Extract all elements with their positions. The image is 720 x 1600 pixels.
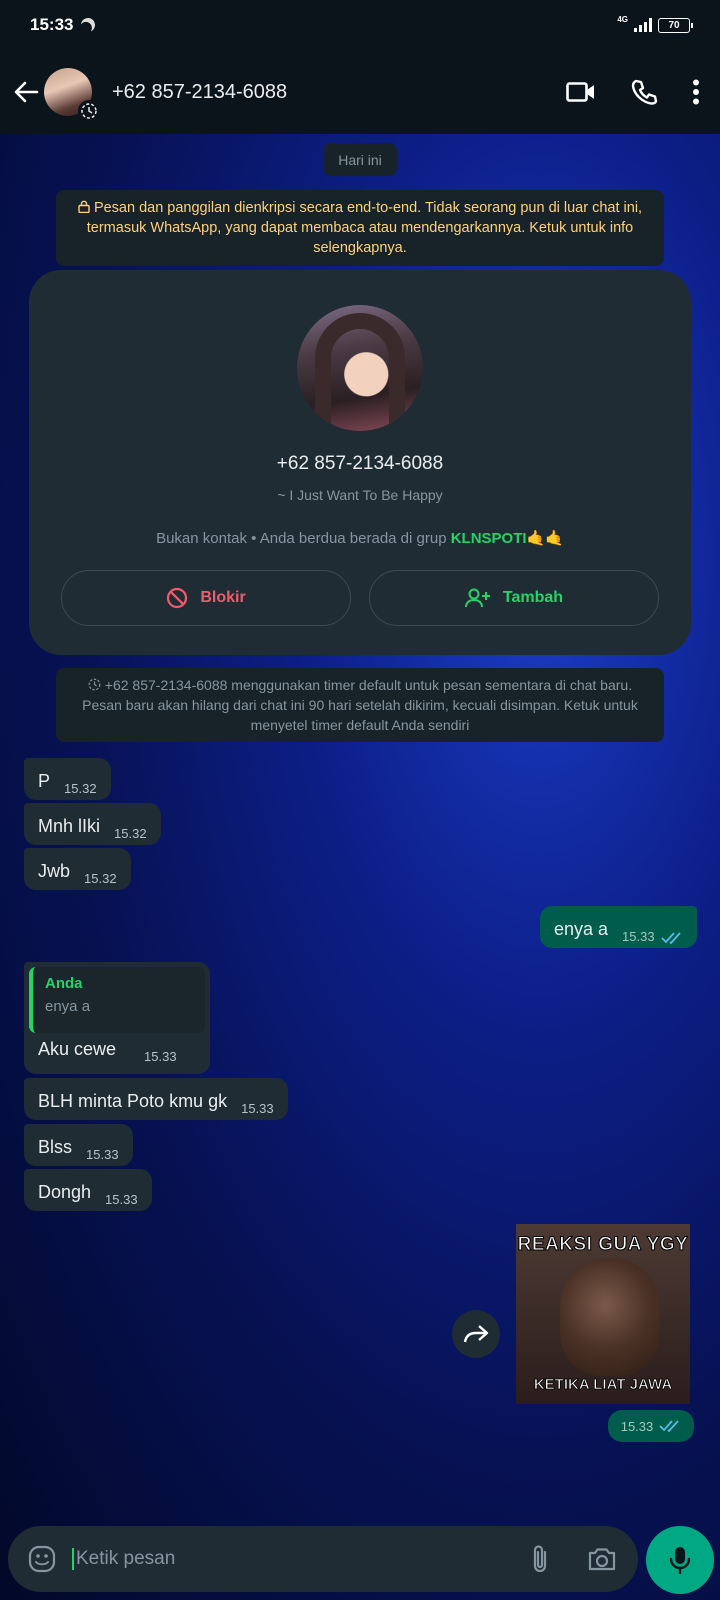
mic-button[interactable] bbox=[646, 1526, 714, 1594]
message-time: 15.33 bbox=[86, 1147, 119, 1162]
camera-icon[interactable] bbox=[580, 1537, 624, 1581]
status-bar: 15:33 4G 70 bbox=[0, 0, 720, 50]
phone-icon[interactable] bbox=[630, 78, 658, 106]
chat-header: +62 857-2134-6088 bbox=[0, 50, 720, 134]
mic-icon bbox=[669, 1547, 691, 1575]
message-incoming[interactable]: Mnh lIki 15.32 bbox=[24, 803, 161, 845]
sticker-time-badge: 15.33 bbox=[608, 1410, 694, 1442]
signal-icon bbox=[634, 18, 652, 32]
message-input[interactable] bbox=[72, 1548, 500, 1570]
quoted-text: enya a bbox=[45, 998, 91, 1015]
sticker-top-text: REAKSI GUA YGY bbox=[517, 1234, 689, 1256]
date-divider: Hari ini bbox=[323, 143, 397, 176]
group-emoji: 🤙🤙 bbox=[526, 530, 564, 547]
message-time: 15.33 bbox=[620, 1418, 654, 1434]
contact-card-group-info: Bukan kontak • Anda berdua berada di gru… bbox=[29, 529, 691, 547]
contact-card-about: ~ I Just Want To Be Happy bbox=[277, 487, 443, 503]
video-call-icon[interactable] bbox=[566, 81, 596, 103]
message-time: 15.32 bbox=[64, 781, 97, 796]
sticker-bottom-text: KETIKA LIAT JAWA bbox=[533, 1376, 673, 1394]
block-label: Blokir bbox=[200, 589, 246, 606]
message-time: 15.33 bbox=[105, 1192, 138, 1207]
message-text: Dongh bbox=[38, 1182, 92, 1202]
timer-notice-text: +62 857-2134-6088 menggunakan timer defa… bbox=[82, 677, 638, 733]
battery-icon: 70 bbox=[658, 17, 693, 33]
back-arrow-icon bbox=[14, 81, 39, 103]
message-incoming[interactable]: Dongh 15.33 bbox=[24, 1169, 152, 1211]
attach-icon[interactable] bbox=[518, 1537, 562, 1581]
add-contact-button[interactable]: Tambah bbox=[369, 570, 659, 626]
lock-icon bbox=[78, 200, 94, 216]
message-composer bbox=[8, 1526, 638, 1592]
encryption-notice-text: Pesan dan panggilan dienkripsi secara en… bbox=[86, 200, 643, 256]
message-text: enya a bbox=[554, 919, 609, 939]
status-time: 15:33 bbox=[30, 15, 74, 34]
quoted-message[interactable]: Anda enya a bbox=[29, 967, 205, 1033]
more-vert-icon[interactable] bbox=[692, 79, 700, 105]
message-text: Jwb bbox=[38, 861, 71, 881]
encryption-notice[interactable]: Pesan dan panggilan dienkripsi secara en… bbox=[56, 190, 664, 266]
message-time: 15.33 bbox=[144, 1049, 177, 1064]
block-icon bbox=[167, 587, 188, 609]
message-incoming[interactable]: BLH minta Poto kmu gk 15.33 bbox=[24, 1078, 288, 1120]
sticker-message[interactable]: REAKSI GUA YGY KETIKA LIAT JAWA bbox=[516, 1224, 690, 1404]
message-text: Mnh lIki bbox=[38, 816, 101, 836]
message-time: 15.33 bbox=[241, 1101, 274, 1116]
group-name[interactable]: KLNSPOTI bbox=[451, 530, 527, 547]
message-time: 15.32 bbox=[84, 871, 117, 886]
quoted-author: Anda bbox=[45, 975, 83, 992]
network-type: 4G bbox=[617, 14, 628, 24]
sticker-face-image bbox=[560, 1258, 660, 1376]
message-text: P bbox=[38, 771, 51, 791]
message-incoming[interactable]: Jwb 15.32 bbox=[24, 848, 131, 890]
message-text: Aku cewe bbox=[38, 1039, 117, 1059]
contact-info-card: +62 857-2134-6088 ~ I Just Want To Be Ha… bbox=[29, 270, 691, 655]
add-person-icon bbox=[464, 588, 490, 608]
status-indicators: 4G 70 bbox=[617, 14, 693, 33]
moon-icon bbox=[80, 16, 98, 34]
double-check-icon bbox=[660, 932, 681, 944]
message-time: 15.32 bbox=[114, 826, 147, 841]
emoji-icon[interactable] bbox=[22, 1539, 62, 1579]
message-text: Blss bbox=[38, 1137, 73, 1157]
message-incoming[interactable]: Blss 15.33 bbox=[24, 1124, 133, 1166]
message-time: 15.33 bbox=[622, 929, 655, 944]
group-info-prefix: Bukan kontak • Anda berdua berada di gru… bbox=[156, 530, 451, 547]
double-check-icon bbox=[659, 1420, 679, 1432]
forward-icon bbox=[463, 1325, 489, 1343]
timer-icon bbox=[78, 100, 100, 122]
contact-avatar[interactable] bbox=[44, 68, 100, 122]
timer-icon bbox=[88, 677, 105, 693]
add-label: Tambah bbox=[502, 589, 564, 606]
contact-card-avatar[interactable] bbox=[297, 305, 423, 431]
contact-name[interactable]: +62 857-2134-6088 bbox=[112, 81, 287, 104]
message-incoming-reply[interactable]: Anda enya a Aku cewe 15.33 bbox=[24, 962, 210, 1074]
message-outgoing[interactable]: enya a 15.33 bbox=[540, 906, 697, 948]
message-incoming[interactable]: P 15.32 bbox=[24, 758, 111, 800]
forward-button[interactable] bbox=[452, 1310, 500, 1358]
back-button[interactable] bbox=[10, 72, 42, 112]
disappearing-timer-notice[interactable]: +62 857-2134-6088 menggunakan timer defa… bbox=[56, 668, 664, 742]
block-button[interactable]: Blokir bbox=[61, 570, 351, 626]
contact-card-name: +62 857-2134-6088 bbox=[276, 453, 444, 474]
message-text: BLH minta Poto kmu gk bbox=[38, 1091, 228, 1111]
